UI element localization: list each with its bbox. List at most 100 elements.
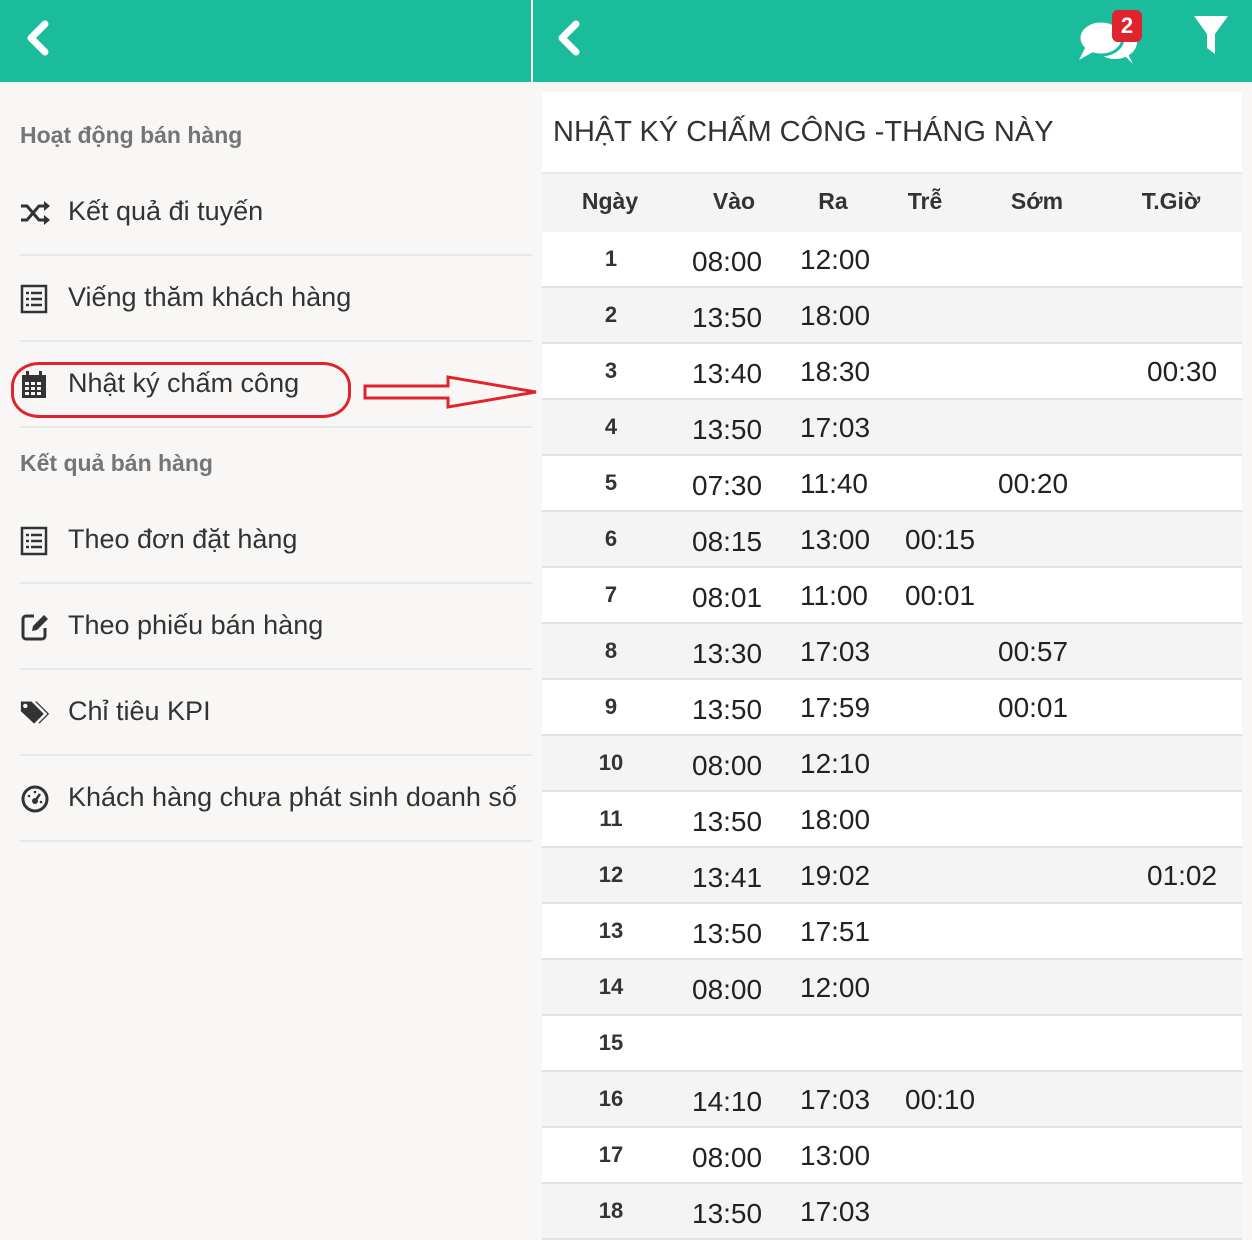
cell-day: 10 <box>598 750 624 775</box>
col-late: Trễ <box>907 188 943 214</box>
cell-total-hours: 01:02 <box>1147 860 1218 891</box>
cell-in: 08:00 <box>692 974 763 1005</box>
table-row[interactable]: 8 13:30 17:03 00:57 <box>542 624 1242 680</box>
cell-out: 12:00 <box>800 244 871 275</box>
edit-icon <box>21 614 48 641</box>
menu-item-label: Khách hàng chưa phát sinh doanh số <box>68 782 517 812</box>
cell-late: 00:15 <box>905 524 976 555</box>
table-row[interactable]: 6 08:15 13:00 00:15 <box>542 512 1242 568</box>
cell-in: 08:00 <box>692 246 763 277</box>
cell-in: 13:50 <box>692 918 763 949</box>
menu-item-by-orders[interactable]: Theo đơn đặt hàng <box>20 498 532 584</box>
cell-out: 18:00 <box>800 804 871 835</box>
cell-out: 13:00 <box>800 524 871 555</box>
left-header <box>0 0 531 82</box>
cell-in: 07:30 <box>692 470 763 501</box>
cell-in: 13:50 <box>692 806 763 837</box>
sidebar: Hoạt động bán hàng Kết quả đi tuyến Viến… <box>0 82 532 1228</box>
cell-out: 18:00 <box>800 300 871 331</box>
menu-item-route-results[interactable]: Kết quả đi tuyến <box>20 170 532 256</box>
cell-day: 9 <box>604 694 618 719</box>
cell-day: 13 <box>598 918 624 943</box>
cell-in: 14:10 <box>692 1086 763 1117</box>
chevron-left-icon <box>558 20 580 56</box>
table-row[interactable]: 4 13:50 17:03 <box>542 400 1242 456</box>
table-row[interactable]: 18 13:50 17:03 <box>542 1184 1242 1240</box>
cell-day: 5 <box>604 470 618 495</box>
timekeeping-panel: NHẬT KÝ CHẤM CÔNG -THÁNG NÀY Ngày Vào Ra… <box>542 92 1242 1240</box>
cell-day: 6 <box>604 526 618 551</box>
cell-out: 17:51 <box>800 916 871 947</box>
cell-in: 13:50 <box>692 302 763 333</box>
table-row[interactable]: 1 08:00 12:00 <box>542 232 1242 288</box>
table-row[interactable]: 12 13:41 19:02 01:02 <box>542 848 1242 904</box>
cell-early: 00:57 <box>998 636 1069 667</box>
tags-icon <box>20 701 50 724</box>
back-button-right[interactable] <box>549 18 589 58</box>
cell-out: 18:30 <box>800 356 871 387</box>
cell-in: 13:30 <box>692 638 763 669</box>
cell-day: 4 <box>604 414 618 439</box>
menu-item-customers-no-sales[interactable]: Khách hàng chưa phát sinh doanh số <box>20 756 532 842</box>
list-icon <box>20 284 48 314</box>
col-total-hours: T.Giờ <box>1141 188 1201 214</box>
table-row[interactable]: 13 13:50 17:51 <box>542 904 1242 960</box>
cell-out: 12:00 <box>800 972 871 1003</box>
cell-day: 14 <box>598 974 624 999</box>
cell-out: 12:10 <box>800 748 871 779</box>
cell-in: 08:15 <box>692 526 763 557</box>
menu-item-by-sales-slips[interactable]: Theo phiếu bán hàng <box>20 584 532 670</box>
cell-in: 13:50 <box>692 1198 763 1229</box>
table-row[interactable]: 11 13:50 18:00 <box>542 792 1242 848</box>
cell-in: 08:00 <box>692 750 763 781</box>
table-row[interactable]: 17 08:00 13:00 <box>542 1128 1242 1184</box>
menu-item-label: Viếng thăm khách hàng <box>68 282 352 312</box>
menu-item-kpi[interactable]: Chỉ tiêu KPI <box>20 670 532 756</box>
cell-day: 16 <box>598 1086 624 1111</box>
cell-out: 17:03 <box>800 1196 871 1227</box>
cell-late: 00:10 <box>905 1084 976 1115</box>
table-row[interactable]: 3 13:40 18:30 00:30 <box>542 344 1242 400</box>
cell-out: 17:03 <box>800 412 871 443</box>
shuffle-icon <box>21 201 50 225</box>
back-button[interactable] <box>18 18 58 58</box>
cell-in: 13:40 <box>692 358 763 389</box>
arrow-annotation <box>363 375 537 409</box>
cell-day: 12 <box>598 862 624 887</box>
cell-in: 13:50 <box>692 694 763 725</box>
cell-day: 18 <box>598 1198 624 1223</box>
table-row[interactable]: 16 14:10 17:03 00:10 <box>542 1072 1242 1128</box>
table-row[interactable]: 15 <box>542 1016 1242 1072</box>
panel-title: NHẬT KÝ CHẤM CÔNG -THÁNG NÀY <box>553 116 1054 148</box>
cell-in: 08:00 <box>692 1142 763 1173</box>
table-row[interactable]: 5 07:30 11:40 00:20 <box>542 456 1242 512</box>
menu-item-label: Chỉ tiêu KPI <box>68 696 211 726</box>
cell-out: 19:02 <box>800 860 871 891</box>
table-header: Ngày Vào Ra Trễ Sớm T.Giờ <box>542 172 1242 236</box>
menu-item-customer-visits[interactable]: Viếng thăm khách hàng <box>20 256 532 342</box>
cell-out: 11:40 <box>800 468 868 499</box>
menu-item-label: Nhật ký chấm công <box>68 368 300 398</box>
filter-button[interactable] <box>1192 14 1230 56</box>
table-row[interactable]: 9 13:50 17:59 00:01 <box>542 680 1242 736</box>
cell-day: 7 <box>604 582 618 607</box>
calendar-icon <box>22 371 46 398</box>
cell-day: 3 <box>604 358 618 383</box>
cell-out: 17:03 <box>800 636 871 667</box>
list-icon <box>20 526 48 556</box>
cell-in: 13:41 <box>692 862 763 893</box>
table-row[interactable]: 7 08:01 11:00 00:01 <box>542 568 1242 624</box>
cell-out: 17:03 <box>800 1084 871 1115</box>
table-row[interactable]: 14 08:00 12:00 <box>542 960 1242 1016</box>
menu-item-label: Kết quả đi tuyến <box>68 196 264 226</box>
col-day: Ngày <box>581 188 639 214</box>
col-early: Sớm <box>1010 188 1064 214</box>
filter-icon <box>1194 16 1228 54</box>
menu-item-label: Theo đơn đặt hàng <box>68 524 298 554</box>
cell-total-hours: 00:30 <box>1147 356 1218 387</box>
table-row[interactable]: 10 08:00 12:10 <box>542 736 1242 792</box>
cell-late: 00:01 <box>905 580 976 611</box>
table-row[interactable]: 2 13:50 18:00 <box>542 288 1242 344</box>
section-title-sales-activity: Hoạt động bán hàng <box>20 122 243 148</box>
cell-in: 08:01 <box>692 582 763 613</box>
